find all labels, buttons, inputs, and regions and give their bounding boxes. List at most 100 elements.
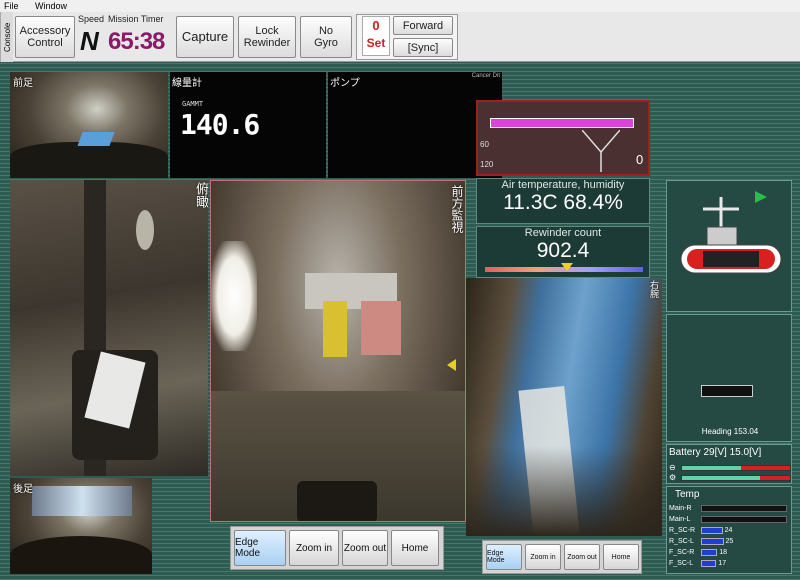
no-gyro-button[interactable]: No Gyro: [300, 16, 352, 58]
battery-voltage-1: 29[V]: [703, 447, 727, 458]
temperature-row-bar: [701, 516, 787, 523]
battery-panel: Battery 29[V] 15.0[V] ⊖ ⚙: [666, 444, 792, 484]
set-counter-value: 0: [372, 18, 380, 33]
pump-camera-label: ポンプ: [330, 78, 360, 89]
temperature-row-name: F_SC-R: [669, 549, 695, 556]
temperature-row: Main-R: [669, 503, 791, 514]
arm-floor-shadow: [466, 446, 662, 536]
main-zoom-out-button[interactable]: Zoom out: [342, 530, 388, 566]
lock-rewinder-button[interactable]: Lock Rewinder: [238, 16, 296, 58]
environment-label: Air temperature, humidity: [501, 179, 625, 191]
battery-2-fill: [682, 476, 760, 480]
overhead-camera[interactable]: 俯瞰: [10, 180, 208, 476]
battery-2-icon: ⚙: [669, 473, 677, 482]
heading-indicator: [701, 385, 753, 397]
humidity-value: 68.4%: [563, 191, 623, 214]
dosimeter-reading: 140.6: [180, 108, 260, 141]
gauge-tick-top: 60: [480, 140, 489, 149]
temperature-row-bar: [701, 538, 724, 545]
speed-label: Speed: [78, 14, 105, 24]
blue-wall-strip: [32, 486, 132, 516]
front-left-camera-label: 前足: [13, 78, 33, 89]
dosimeter-unit-text: GAMMT: [182, 100, 204, 108]
rewinder-label: Rewinder count: [524, 227, 602, 239]
temperature-panel: Temp Main-R Main-L R_SC-R 24 R_SC-L 25 F_SC-R 1…: [666, 486, 792, 574]
main-edge-mode-button[interactable]: Edge Mode: [234, 530, 286, 566]
set-label: Set: [366, 36, 386, 50]
sync-button[interactable]: [Sync]: [393, 38, 453, 57]
main-zoom-in-button[interactable]: Zoom in: [289, 530, 339, 566]
menu-bar: File Window: [0, 0, 800, 12]
temperature-row: Main-L: [669, 514, 791, 525]
temperature-row-value: 25: [725, 538, 734, 545]
temperature-row-bar: [701, 527, 723, 534]
right-zoom-out-button[interactable]: Zoom out: [564, 544, 600, 570]
rewinder-panel: Rewinder count 902.4: [476, 226, 650, 278]
battery-1-fill: [682, 466, 742, 470]
pump-camera-note: Cancer Dit: [471, 73, 500, 79]
speed-value: N: [80, 26, 99, 56]
battery-label: Battery: [669, 447, 701, 458]
blue-debris-shape: [77, 132, 115, 146]
set-counter[interactable]: 0 Set: [362, 16, 390, 56]
accessory-control-button[interactable]: Accessory Control: [15, 16, 75, 58]
robot-front-bumper: [297, 481, 377, 521]
menu-window[interactable]: Window: [35, 1, 67, 11]
capture-button[interactable]: Capture: [176, 16, 234, 58]
temperature-row-name: Main-L: [669, 516, 691, 523]
front-main-camera[interactable]: 前方監視: [210, 180, 466, 522]
right-home-button[interactable]: Home: [603, 544, 639, 570]
rear-camera[interactable]: 後足: [10, 478, 152, 574]
rear-camera-label: 後足: [13, 484, 33, 495]
direction-flag-icon: [755, 191, 767, 203]
tilt-gauge: 60 120 0: [476, 100, 650, 176]
battery-1-icon: ⊖: [669, 463, 676, 472]
temperature-row-value: 18: [719, 549, 727, 556]
temperature-row: F_SC-L 17: [669, 558, 791, 569]
menu-file[interactable]: File: [4, 1, 19, 11]
gauge-value: 0: [636, 152, 644, 167]
right-zoom-in-button[interactable]: Zoom in: [525, 544, 561, 570]
battery-voltage-2: 15.0[V]: [729, 447, 762, 458]
overhead-camera-label: 俯瞰: [194, 182, 208, 208]
mission-timer-label: Mission Timer: [108, 14, 164, 24]
battery-2-track: [681, 475, 791, 481]
antenna-icon: [582, 130, 620, 172]
temperature-row-bar: [701, 560, 717, 567]
right-edge-mode-button[interactable]: Edge Mode: [486, 544, 522, 570]
dosimeter-camera-label: 線量計: [172, 78, 202, 89]
temperature-row-name: R_SC-L: [669, 538, 694, 545]
forward-button[interactable]: Forward: [393, 16, 453, 35]
temperature-row: R_SC-L 25: [669, 536, 791, 547]
temperature-row-name: F_SC-L: [669, 560, 694, 567]
heading-panel: Heading 153.04: [666, 314, 792, 442]
gauge-tick-bottom: 120: [480, 160, 494, 169]
bright-window: [211, 241, 257, 351]
right-arm-camera[interactable]: 右腕: [466, 278, 662, 536]
environment-panel: Air temperature, humidity 11.3C 68.4%: [476, 178, 650, 224]
battery-1-track: [681, 465, 791, 471]
red-structure: [361, 301, 401, 355]
rewinder-marker-icon: [561, 263, 573, 271]
temperature-rows: Main-R Main-L R_SC-R 24 R_SC-L 25 F_SC-R 18 F_SC…: [669, 503, 791, 569]
temperature-row-name: Main-R: [669, 505, 692, 512]
robot-body-silhouette: [10, 142, 168, 178]
robot-pose-panel: [666, 180, 792, 312]
gauge-bar: [490, 118, 634, 128]
console-tab[interactable]: Console: [0, 12, 13, 62]
mission-timer-value: 65:38: [108, 28, 165, 55]
temperature-row-bar: [701, 505, 787, 512]
front-main-camera-label: 前方監視: [450, 185, 464, 233]
camera-mount: [136, 210, 154, 250]
temperature-value: 11.3C: [503, 191, 558, 214]
robot-pose-icon: [680, 197, 782, 274]
dosimeter-camera[interactable]: 線量計 GAMMT 140.6: [170, 72, 326, 178]
rear-floor: [10, 536, 152, 574]
temperature-title: Temp: [675, 489, 700, 500]
temperature-row-name: R_SC-R: [669, 527, 696, 534]
yellow-pillar: [323, 301, 347, 357]
temperature-row-bar: [701, 549, 718, 556]
temperature-row: F_SC-R 18: [669, 547, 791, 558]
front-left-camera[interactable]: 前足: [10, 72, 168, 178]
main-home-button[interactable]: Home: [391, 530, 439, 566]
